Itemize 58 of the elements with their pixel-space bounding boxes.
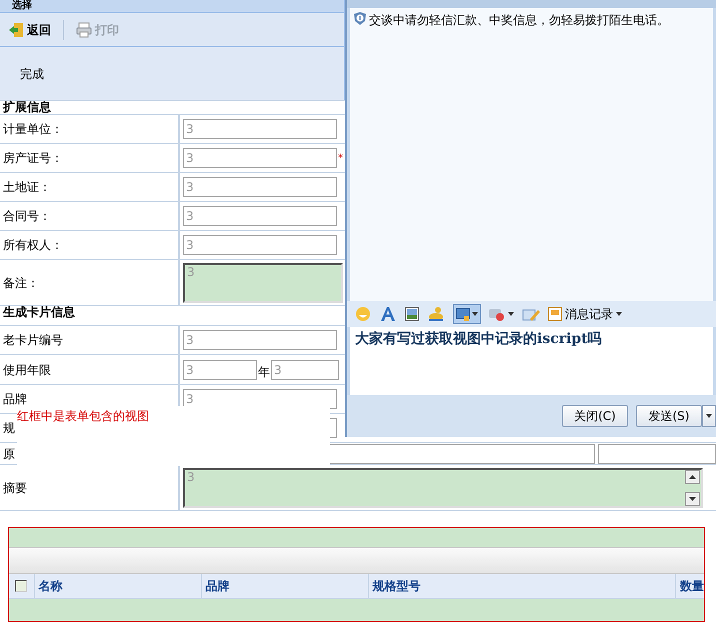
column-header[interactable]: 名称 [34,574,201,598]
annotation-tooltip: 红框中是表单包含的视图 [17,406,330,466]
input-field[interactable]: 3 [183,206,337,226]
screenshot-button[interactable] [453,304,481,324]
field-label: 房产证号： [3,150,63,167]
status-text: 完成 [20,66,44,82]
input-field[interactable] [598,444,716,464]
chat-bubble-icon [489,307,505,321]
send-button[interactable]: 发送(S) [636,405,702,427]
column-header[interactable]: 规格型号 [368,574,675,598]
field-label: 品牌 [3,391,27,408]
door-arrow-icon [8,22,24,38]
field-label: 原 [3,446,15,462]
field-label: 使用年限 [3,362,51,378]
printer-icon [76,22,92,38]
input-field[interactable]: 3 [183,360,257,380]
required-mark: * [338,152,343,166]
field-label: 计量单位： [3,121,63,138]
field-label: 合同号： [3,208,51,225]
caret-icon [472,312,478,316]
scroll-up-icon[interactable] [685,470,700,484]
close-button[interactable]: 关闭(C) [562,405,628,427]
field-label: 所有权人： [3,237,63,254]
caret-icon [706,414,712,418]
font-icon[interactable] [379,306,397,322]
unit-text: 年 [258,364,270,381]
field-label: 摘要 [3,480,27,496]
field-label: 备注： [3,274,39,292]
chat-bubble-menu[interactable] [489,307,514,321]
section-title: 生成卡片信息 [2,306,75,321]
input-field[interactable]: 3 [183,119,337,139]
select-all-checkbox[interactable] [15,580,28,592]
send-options-button[interactable] [702,405,716,427]
column-header[interactable]: 品牌 [200,574,368,598]
input-field[interactable]: 3 [183,177,337,197]
input-field[interactable]: 3 [183,330,337,350]
note-icon [548,307,562,321]
input-field[interactable]: 3 [183,235,337,255]
image-icon[interactable] [405,307,419,321]
caret-icon [616,312,622,316]
field-label: 土地证： [3,179,51,196]
message-history-button[interactable]: 消息记录 [548,305,622,323]
note-pencil-icon[interactable] [522,306,540,322]
field-label: 老卡片编号 [3,332,63,349]
back-button[interactable]: 返回 [8,20,51,38]
field-label: 规 [3,420,15,437]
scroll-down-icon[interactable] [685,492,700,506]
notice-text: 交谈中请勿轻信汇款、中奖信息，勿轻易拨打陌生电话。 [369,12,669,29]
shield-info-icon [353,11,367,26]
message-input[interactable]: 大家有写过获取视图中记录的iscript吗 [355,331,602,347]
input-field[interactable]: 3 [183,148,337,168]
monitor-icon [456,308,470,320]
section-title: 扩展信息 [2,101,51,114]
column-header[interactable]: 数量 [675,574,704,598]
text-area[interactable]: 3 [183,468,703,508]
input-field[interactable]: 3 [271,360,339,380]
caret-icon [508,312,514,316]
text-area[interactable]: 3 [183,262,343,302]
